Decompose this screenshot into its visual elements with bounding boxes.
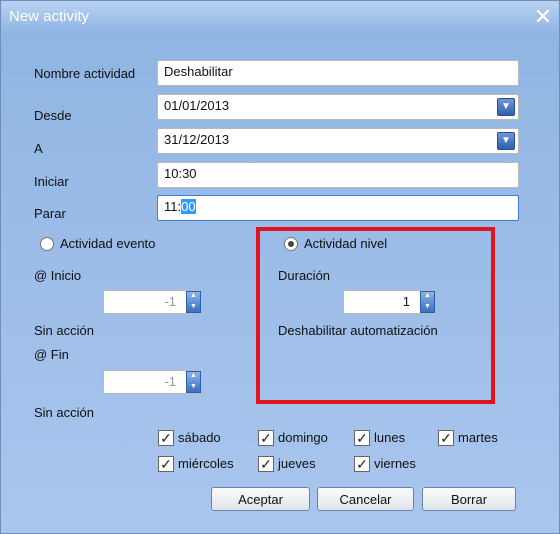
title-bar[interactable]: New activity ✕ [1, 1, 559, 35]
parar-value: 11: [164, 199, 182, 214]
fin-spin-buttons[interactable] [186, 371, 201, 393]
cancelar-button[interactable]: Cancelar [317, 487, 414, 511]
sabado-label: sábado [178, 430, 221, 445]
iniciar-label: Iniciar [34, 174, 69, 189]
a-dropdown[interactable]: 31/12/2013 [157, 128, 519, 154]
aceptar-button[interactable]: Aceptar [211, 487, 310, 511]
desde-label: Desde [34, 108, 72, 123]
parar-field[interactable]: 11:00 [157, 195, 519, 221]
actividad-evento-radio[interactable] [40, 237, 54, 251]
sin-accion-label-2: Sin acción [34, 405, 94, 420]
miercoles-checkbox[interactable]: ✓ [158, 456, 174, 472]
sin-accion-label-1: Sin acción [34, 323, 94, 338]
domingo-checkbox[interactable]: ✓ [258, 430, 274, 446]
martes-checkbox[interactable]: ✓ [438, 430, 454, 446]
nombre-label: Nombre actividad [34, 66, 136, 81]
close-icon[interactable]: ✕ [531, 5, 555, 29]
desde-value: 01/01/2013 [164, 98, 230, 113]
lunes-label: lunes [374, 430, 406, 445]
jueves-checkbox[interactable]: ✓ [258, 456, 274, 472]
fin-label: @ Fin [34, 347, 69, 362]
iniciar-field[interactable]: 10:30 [157, 162, 519, 188]
inicio-label: @ Inicio [34, 268, 82, 283]
highlight-box [256, 227, 495, 404]
borrar-button[interactable]: Borrar [422, 487, 516, 511]
window-title: New activity [9, 8, 90, 25]
actividad-evento-label: Actividad evento [60, 236, 156, 251]
viernes-label: viernes [374, 456, 416, 471]
parar-selection: 00 [181, 199, 196, 214]
a-label: A [34, 141, 43, 156]
jueves-label: jueves [278, 456, 316, 471]
domingo-label: domingo [278, 430, 328, 445]
sabado-checkbox[interactable]: ✓ [158, 430, 174, 446]
lunes-checkbox[interactable]: ✓ [354, 430, 370, 446]
desde-dropdown[interactable]: 01/01/2013 [157, 94, 519, 120]
martes-label: martes [458, 430, 498, 445]
nombre-field[interactable]: Deshabilitar [157, 60, 519, 86]
chevron-down-icon[interactable]: ▼ [497, 98, 515, 116]
inicio-spin-buttons[interactable] [186, 291, 201, 313]
miercoles-label: miércoles [178, 456, 234, 471]
chevron-down-icon[interactable]: ▼ [497, 132, 515, 150]
a-value: 31/12/2013 [164, 132, 230, 147]
parar-label: Parar [34, 206, 66, 221]
viernes-checkbox[interactable]: ✓ [354, 456, 370, 472]
